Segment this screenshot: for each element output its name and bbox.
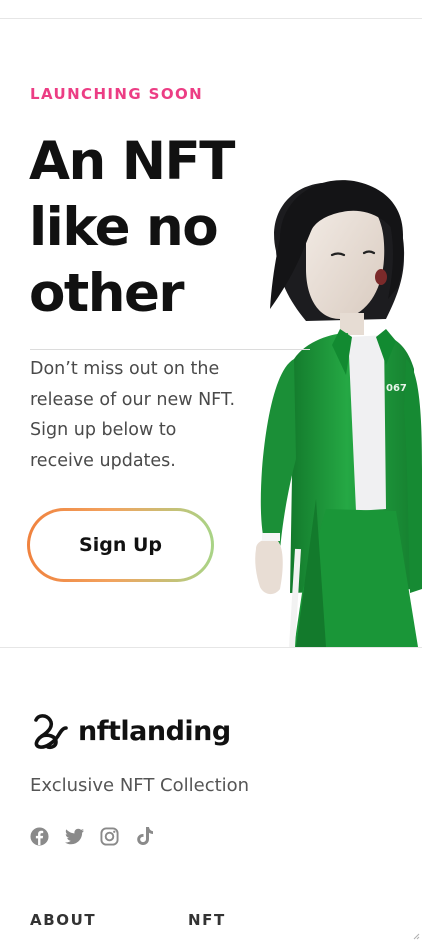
brand-tagline: Exclusive NFT Collection [30,775,250,796]
sign-up-label: Sign Up [30,511,211,579]
footer-divider [0,647,422,648]
hero-section: LAUNCHING SOON An NFT like no other 067 … [0,19,422,647]
headline-line-2: like no [29,197,219,258]
footer-column-nft-title: NFT [188,911,226,929]
jacket-badge: 067 [386,383,407,394]
footer-columns: ABOUT NFT [30,911,346,929]
headline-line-1: An NFT [29,131,235,192]
headline-line-3: other [29,263,185,324]
brand-logo[interactable]: nftlanding [30,711,231,751]
launch-eyebrow: LAUNCHING SOON [30,85,204,103]
hero-headline: An NFT like no other [29,129,269,327]
brand-swirl-icon [34,714,68,750]
nft-character-illustration: 067 [255,180,422,647]
resize-grip-icon[interactable] [413,933,420,940]
hero-description: Don’t miss out on the release of our new… [30,359,236,471]
footer-column-about-title: ABOUT [30,911,97,929]
facebook-icon[interactable] [30,826,49,846]
twitter-icon[interactable] [65,826,84,846]
landing-page: LAUNCHING SOON An NFT like no other 067 … [0,0,422,942]
sign-up-button[interactable]: Sign Up [27,508,214,582]
brand-name: nftlanding [78,715,231,747]
social-links [30,826,154,846]
hero-divider [30,349,310,350]
instagram-icon[interactable] [100,826,119,846]
tiktok-icon[interactable] [135,826,154,846]
